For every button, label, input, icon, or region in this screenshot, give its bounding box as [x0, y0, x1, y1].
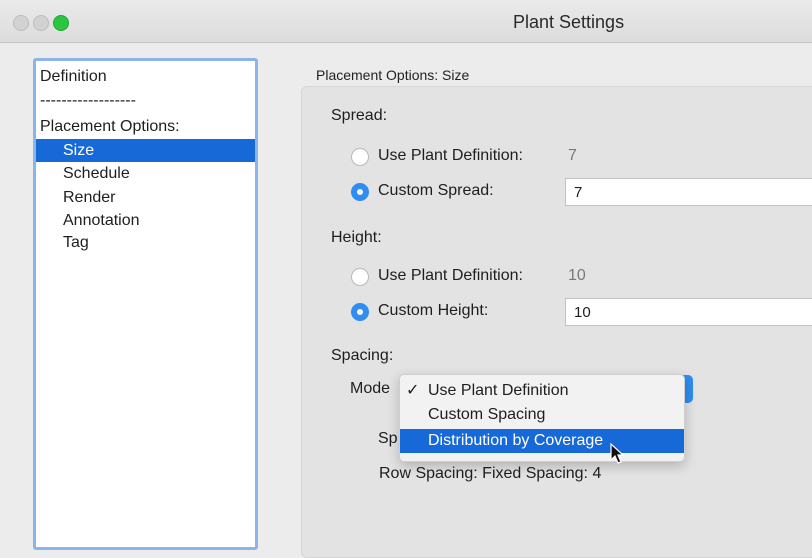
spread-header: Spread: [331, 107, 388, 124]
custom-spread-field[interactable]: 7 [565, 178, 812, 206]
title-bar: Plant Settings [0, 0, 812, 43]
window-title: Plant Settings [513, 12, 625, 32]
sidebar-item-tag[interactable]: Tag [63, 233, 89, 253]
checkmark-icon: ✓ [406, 382, 420, 399]
mode-dropdown-menu[interactable]: ✓ Use Plant Definition Custom Spacing Di… [399, 374, 685, 462]
sidebar-item-definition[interactable]: Definition [40, 67, 107, 87]
row-spacing-text: Row Spacing: Fixed Spacing: 4 [379, 465, 602, 482]
minimize-window-button[interactable] [33, 15, 49, 31]
spacing-label-partial: Sp [378, 430, 398, 447]
custom-height-field[interactable]: 10 [565, 298, 812, 326]
sidebar-item-schedule[interactable]: Schedule [63, 164, 130, 184]
custom-spread-radio[interactable] [351, 183, 369, 201]
sidebar-item-render[interactable]: Render [63, 188, 115, 208]
sidebar-separator: ------------------ [40, 92, 136, 109]
height-use-definition-label[interactable]: Use Plant Definition: [378, 267, 523, 285]
sidebar-item-size[interactable]: Size [63, 141, 94, 161]
custom-height-radio[interactable] [351, 303, 369, 321]
spread-definition-value: 7 [568, 147, 577, 164]
pane-title: Placement Options: Size [316, 67, 470, 83]
mode-label: Mode [350, 380, 391, 397]
height-header: Height: [331, 229, 382, 246]
menu-item-use-plant-definition[interactable]: ✓ Use Plant Definition [400, 379, 684, 403]
height-definition-value: 10 [568, 267, 586, 284]
zoom-window-button[interactable] [53, 15, 69, 31]
sidebar-item-annotation[interactable]: Annotation [63, 211, 140, 231]
menu-item-distribution-by-coverage[interactable]: Distribution by Coverage [400, 429, 684, 453]
mouse-pointer-icon [610, 443, 624, 464]
height-use-definition-radio[interactable] [351, 268, 369, 286]
custom-height-label[interactable]: Custom Height: [378, 302, 488, 320]
sidebar-item-placement-options[interactable]: Placement Options: [40, 117, 180, 137]
spacing-header: Spacing: [331, 347, 394, 364]
custom-spread-label[interactable]: Custom Spread: [378, 182, 494, 200]
settings-category-list[interactable]: Definition ------------------ Placement … [33, 58, 258, 550]
spread-use-definition-radio[interactable] [351, 148, 369, 166]
spread-use-definition-label[interactable]: Use Plant Definition: [378, 147, 523, 165]
menu-item-custom-spacing[interactable]: Custom Spacing [400, 403, 684, 427]
close-window-button[interactable] [13, 15, 29, 31]
